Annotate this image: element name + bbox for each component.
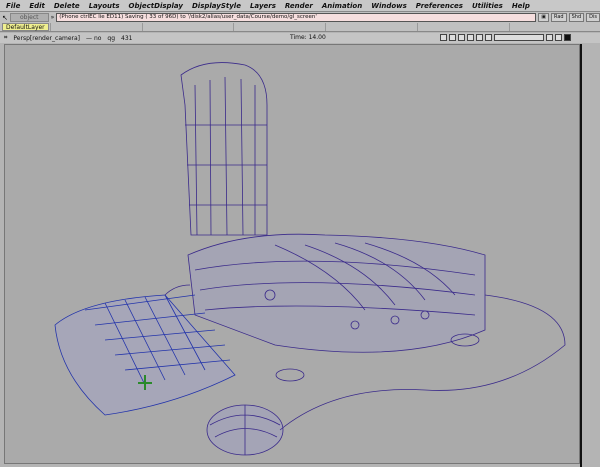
- tumble-icon[interactable]: [485, 34, 492, 41]
- layer-default[interactable]: DefaultLayer: [2, 23, 49, 31]
- arrows-icon[interactable]: »: [51, 14, 55, 21]
- menu-animation[interactable]: Animation: [322, 2, 362, 10]
- zoom-icon[interactable]: [449, 34, 456, 41]
- scroll-icon[interactable]: ▣: [538, 13, 549, 22]
- field-3[interactable]: 431: [121, 35, 132, 42]
- layer-slot[interactable]: [509, 23, 600, 31]
- corner-icon[interactable]: [564, 34, 571, 41]
- menu-file[interactable]: File: [6, 2, 20, 10]
- menu-layers[interactable]: Layers: [250, 2, 276, 10]
- time-readout: Time: 14.00: [290, 34, 326, 41]
- pan-icon[interactable]: [458, 34, 465, 41]
- command-row: ↖ object » (Phone ctrlEC lie ED11) Savin…: [0, 12, 600, 23]
- menu-layouts[interactable]: Layouts: [89, 2, 120, 10]
- minimize-icon[interactable]: [555, 34, 562, 41]
- menu-delete[interactable]: Delete: [54, 2, 80, 10]
- camera-label[interactable]: Persp[render_camera]: [13, 35, 80, 42]
- menu-displaystyle[interactable]: DisplayStyle: [192, 2, 241, 10]
- console-wireframe: [187, 233, 486, 382]
- field-2[interactable]: qg: [107, 35, 115, 42]
- shd-button[interactable]: Shd: [568, 13, 585, 22]
- 3d-viewport[interactable]: [4, 44, 580, 464]
- menu-objectdisplay[interactable]: ObjectDisplay: [129, 2, 183, 10]
- command-line[interactable]: (Phone ctrlEC lie ED11) Saving ( 33 of 9…: [56, 13, 537, 22]
- viewport-icons: [440, 34, 571, 41]
- menu-windows[interactable]: Windows: [371, 2, 407, 10]
- layer-slot[interactable]: [141, 23, 233, 31]
- menu-help[interactable]: Help: [512, 2, 530, 10]
- tower-wireframe: [180, 62, 268, 236]
- dolly-icon[interactable]: [476, 34, 483, 41]
- menu-bar: File Edit Delete Layouts ObjectDisplay D…: [0, 0, 600, 12]
- menu-edit[interactable]: Edit: [29, 2, 45, 10]
- field-1[interactable]: — no: [86, 35, 101, 42]
- layer-slot[interactable]: [233, 23, 324, 31]
- menu-preferences[interactable]: Preferences: [416, 2, 463, 10]
- view-field[interactable]: [494, 34, 544, 41]
- layer-slot[interactable]: [325, 23, 416, 31]
- layer-slot[interactable]: [49, 23, 141, 31]
- dis-button[interactable]: Dis: [586, 13, 600, 22]
- pick-icon[interactable]: ↖: [2, 14, 8, 22]
- menu-render[interactable]: Render: [285, 2, 313, 10]
- viewport-border: [580, 44, 582, 467]
- object-field[interactable]: object: [9, 13, 49, 22]
- maximize-icon[interactable]: [546, 34, 553, 41]
- mouse-wireframe: [206, 404, 284, 456]
- wireframe-model: [54, 62, 566, 456]
- rad-button[interactable]: Rad: [551, 13, 567, 22]
- layer-bar: DefaultLayer: [0, 23, 600, 32]
- camera-icon[interactable]: ⌗: [4, 34, 7, 42]
- menu-utilities[interactable]: Utilities: [472, 2, 503, 10]
- track-icon[interactable]: [467, 34, 474, 41]
- gear-icon[interactable]: [440, 34, 447, 41]
- layer-slot[interactable]: [417, 23, 508, 31]
